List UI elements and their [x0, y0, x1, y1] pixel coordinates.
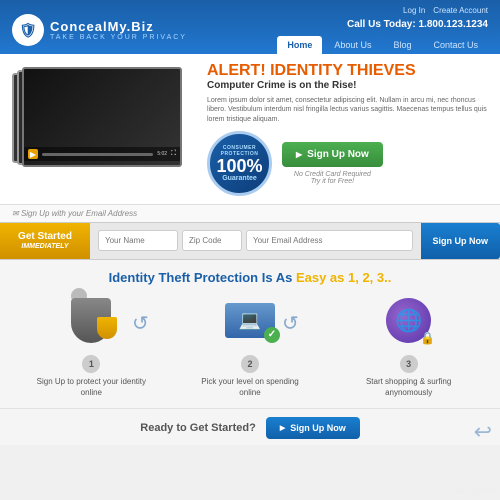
shield-icon: [71, 298, 111, 343]
header-phone: Call Us Today: 1.800.123.1234: [347, 19, 488, 30]
email-input[interactable]: [246, 230, 413, 251]
hero-signup-button[interactable]: Sign Up Now: [282, 142, 383, 167]
logo-text: ConcealMy.Biz TAKE BACK YOUR PRIVACY: [50, 19, 187, 41]
step-arrow-1: ↺: [132, 311, 149, 336]
video-fullscreen-icon[interactable]: ⛶: [171, 150, 176, 158]
video-controls: ▶ 5:02 ⛶: [24, 147, 180, 161]
video-time: 5:02: [157, 151, 167, 157]
seal-percent: 100%: [216, 157, 262, 175]
step-1-icon-wrap: [61, 291, 121, 351]
get-started-bar: Get Started IMMEDIATELY Sign Up Now: [0, 222, 500, 260]
alert-title: ALERT! IDENTITY THIEVES: [207, 62, 488, 80]
hero-bottom: CONSUMER PROTECTION 100% Guarantee Sign …: [207, 131, 488, 196]
nav-contact[interactable]: Contact Us: [423, 36, 488, 54]
video-stack: ▶ 5:02 ⛶: [12, 62, 187, 172]
video-progress[interactable]: [42, 153, 153, 156]
header: 🛡 ConcealMy.Biz TAKE BACK YOUR PRIVACY L…: [0, 0, 500, 54]
step-1: 1 Sign Up to protect your identity onlin…: [31, 291, 151, 398]
globe-icon: 🌐: [386, 298, 431, 343]
laptop-icon: 💻: [225, 303, 275, 338]
step-3-number: 3: [400, 355, 418, 373]
get-started-inputs: [90, 223, 421, 259]
nav-bar: Home About Us Blog Contact Us: [277, 36, 488, 54]
step-1-label: Sign Up to protect your identity online: [31, 376, 151, 398]
nav-about[interactable]: About Us: [324, 36, 381, 54]
header-right: Log In Create Account Call Us Today: 1.8…: [277, 6, 488, 54]
hero-cta: Sign Up Now No Credit Card Required Try …: [282, 142, 383, 185]
step-2-number: 2: [241, 355, 259, 373]
steps-title: Identity Theft Protection Is As Easy as …: [12, 270, 488, 285]
step-2-icon-wrap: 💻: [220, 291, 280, 351]
step-2-label: Pick your level on spending online: [190, 376, 310, 398]
side-arrow-decoration: ↩: [474, 419, 492, 445]
seal-label: Guarantee: [222, 175, 257, 182]
no-cc-text: No Credit Card Required Try it for Free!: [282, 171, 383, 185]
logo-sub: TAKE BACK YOUR PRIVACY: [50, 34, 187, 41]
nav-home[interactable]: Home: [277, 36, 322, 54]
step-3-label: Start shopping & surfing anynomously: [349, 376, 469, 398]
steps-row: 1 Sign Up to protect your identity onlin…: [12, 291, 488, 398]
steps-section: Identity Theft Protection Is As Easy as …: [0, 260, 500, 408]
nav-blog[interactable]: Blog: [383, 36, 421, 54]
bottom-cta: Ready to Get Started? Sign Up Now ↩: [0, 408, 500, 445]
video-main[interactable]: ▶ 5:02 ⛶: [22, 67, 182, 167]
detected-overlay: Sian Ug how: [450, 486, 495, 495]
get-started-signup-button[interactable]: Sign Up Now: [421, 223, 500, 259]
hero-section: ▶ 5:02 ⛶ ALERT! IDENTITY THIEVES Compute…: [0, 54, 500, 204]
video-play-button[interactable]: ▶: [28, 149, 38, 159]
logo-area: 🛡 ConcealMy.Biz TAKE BACK YOUR PRIVACY: [12, 14, 187, 46]
email-note: Sign Up with your Email Address: [0, 204, 500, 222]
create-account-link[interactable]: Create Account: [433, 6, 488, 15]
hero-content: ALERT! IDENTITY THIEVES Computer Crime i…: [202, 62, 488, 196]
header-top-links: Log In Create Account: [403, 6, 488, 15]
hero-description: Lorem ipsum dolor sit amet, consectetur …: [207, 96, 488, 125]
name-input[interactable]: [98, 230, 178, 251]
step-3-icon-wrap: 🌐: [379, 291, 439, 351]
step-1-number: 1: [82, 355, 100, 373]
zip-input[interactable]: [182, 230, 242, 251]
get-started-label: Get Started IMMEDIATELY: [0, 223, 90, 259]
login-link[interactable]: Log In: [403, 6, 425, 15]
bottom-signup-button[interactable]: Sign Up Now: [266, 417, 360, 439]
logo-title: ConcealMy.Biz: [50, 19, 187, 34]
hero-video: ▶ 5:02 ⛶: [12, 62, 192, 196]
steps-container: 1 Sign Up to protect your identity onlin…: [12, 291, 488, 398]
alert-sub: Computer Crime is on the Rise!: [207, 80, 488, 91]
step-2: 💻 2 Pick your level on spending online: [190, 291, 310, 398]
step-arrow-2: ↺: [282, 311, 299, 336]
bottom-cta-text: Ready to Get Started?: [140, 422, 256, 434]
logo-icon: 🛡: [12, 14, 44, 46]
guarantee-seal: CONSUMER PROTECTION 100% Guarantee: [207, 131, 272, 196]
step-3: 🌐 3 Start shopping & surfing anynomously: [349, 291, 469, 398]
